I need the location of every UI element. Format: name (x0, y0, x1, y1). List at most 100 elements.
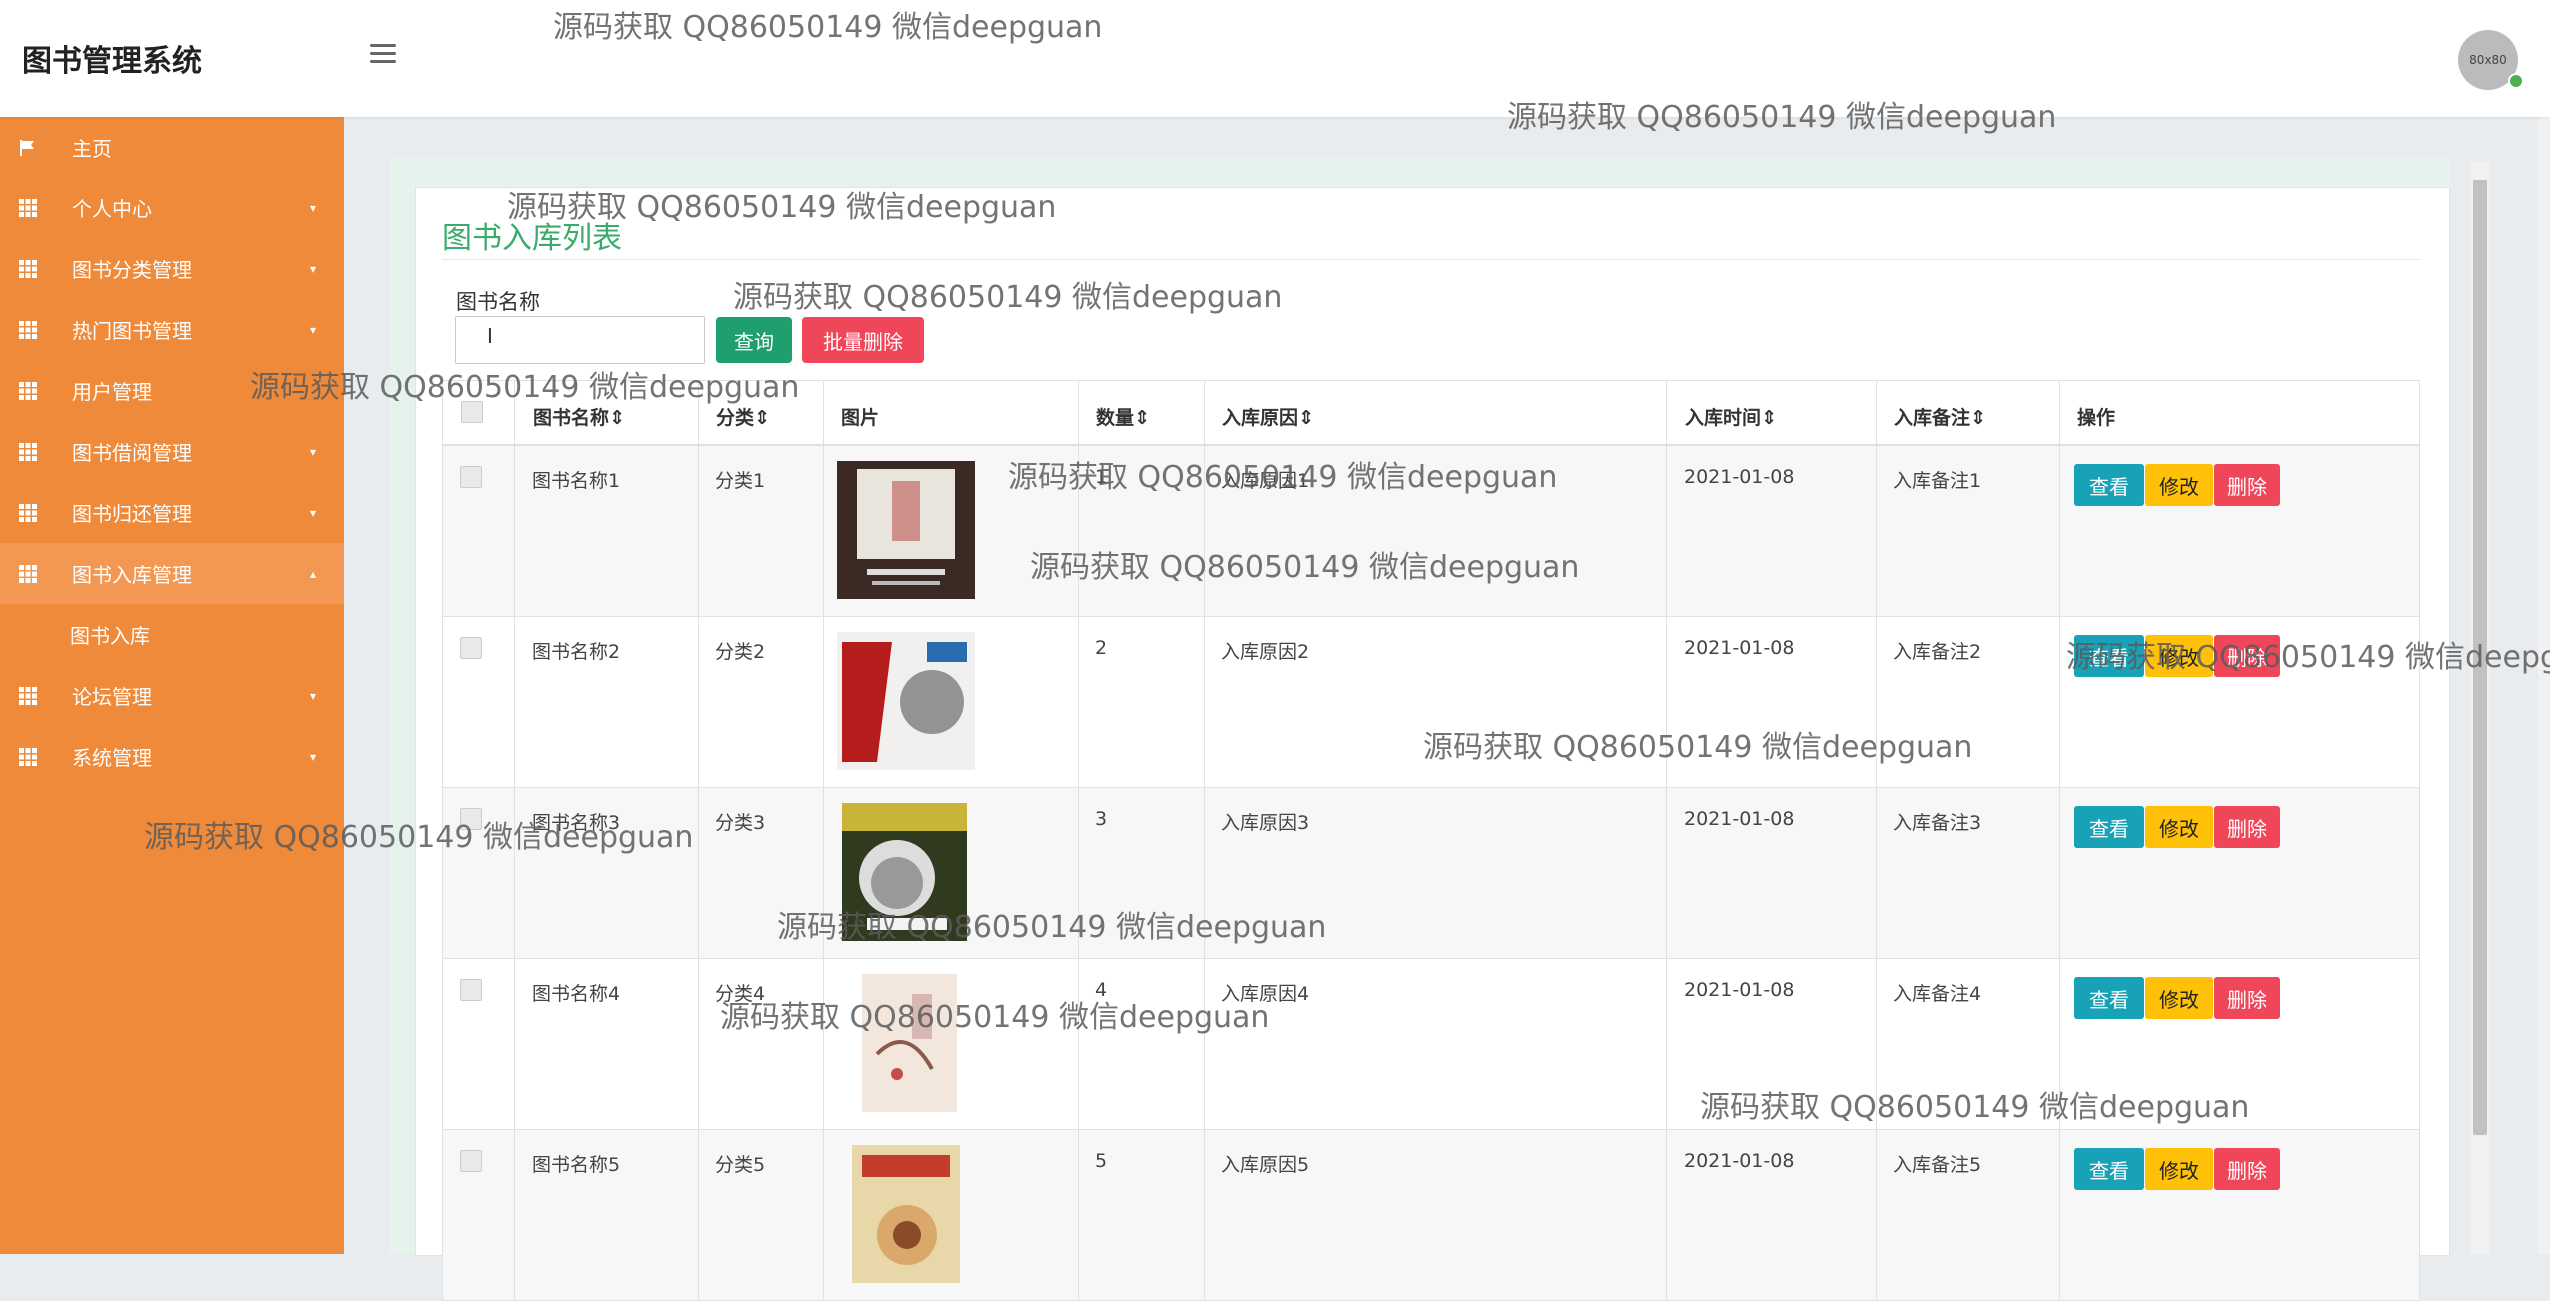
column-divider (1078, 380, 1079, 1301)
sidebar-item-home[interactable]: 主页 (0, 117, 344, 178)
sidebar-item-label: 论坛管理 (72, 685, 152, 709)
row-checkbox[interactable] (460, 979, 482, 1001)
caret-down-icon: ▾ (310, 261, 317, 276)
caret-down-icon: ▾ (310, 444, 317, 459)
table-row: 图书名称2 分类2 2 入库原因2 2021-01-08 入库备注2 查看 修改… (442, 617, 2420, 788)
quantity-cell: 2 (1095, 637, 1108, 659)
sidebar-item-label: 图书入库管理 (72, 563, 192, 587)
book-cover-image (837, 632, 975, 770)
search-label: 图书名称 (456, 290, 540, 314)
delete-button[interactable]: 删除 (2214, 977, 2280, 1019)
sidebar-item-system[interactable]: 系统管理 ▾ (0, 726, 344, 787)
row-checkbox[interactable] (460, 637, 482, 659)
edit-button[interactable]: 修改 (2145, 1148, 2213, 1190)
grid-icon (19, 747, 37, 766)
book-cover-image (852, 1145, 960, 1283)
column-header-date[interactable]: 入库时间⇕ (1685, 403, 1777, 430)
select-all-checkbox[interactable] (461, 401, 483, 423)
delete-button[interactable]: 删除 (2214, 806, 2280, 848)
page-scrollbar[interactable] (2538, 0, 2550, 1254)
row-checkbox[interactable] (460, 466, 482, 488)
query-button[interactable]: 查询 (716, 317, 792, 363)
sidebar: 主页 个人中心 ▾ 图书分类管理 ▾ 热门图书管理 ▾ 用户管理 图书借阅管理 … (0, 117, 344, 1254)
grid-icon (19, 442, 37, 461)
view-button[interactable]: 查看 (2074, 464, 2144, 506)
book-name-cell: 图书名称3 (532, 812, 621, 834)
table-row: 图书名称3 分类3 3 入库原因3 2021-01-08 入库备注3 查看 修改… (442, 788, 2420, 959)
date-cell: 2021-01-08 (1684, 979, 1795, 1001)
content-scrollbar[interactable] (2470, 162, 2490, 1254)
sidebar-item-users[interactable]: 用户管理 (0, 360, 344, 421)
sidebar-item-label: 热门图书管理 (72, 319, 192, 343)
edit-button[interactable]: 修改 (2145, 635, 2213, 677)
column-divider (1876, 380, 1877, 1301)
row-checkbox[interactable] (460, 808, 482, 830)
view-button[interactable]: 查看 (2074, 977, 2144, 1019)
column-divider (823, 380, 824, 1301)
sidebar-item-book-category[interactable]: 图书分类管理 ▾ (0, 238, 344, 299)
column-header-reason[interactable]: 入库原因⇕ (1222, 403, 1314, 430)
sidebar-item-hot-books[interactable]: 热门图书管理 ▾ (0, 299, 344, 360)
caret-down-icon: ▾ (310, 505, 317, 520)
table-row: 图书名称1 分类1 1 入库原因1 2021-01-08 入库备注1 查看 修改… (442, 446, 2420, 617)
quantity-cell: 3 (1095, 808, 1108, 830)
view-button[interactable]: 查看 (2074, 635, 2144, 677)
quantity-cell: 5 (1095, 1150, 1108, 1172)
reason-cell: 入库原因3 (1221, 812, 1310, 834)
quantity-cell: 4 (1095, 979, 1108, 1001)
delete-button[interactable]: 删除 (2214, 1148, 2280, 1190)
grid-icon (19, 686, 37, 705)
sidebar-subitem-stock-in[interactable]: 图书入库 (0, 604, 344, 665)
table-row: 图书名称5 分类5 5 入库原因5 2021-01-08 入库备注5 查看 修改… (442, 1130, 2420, 1301)
view-button[interactable]: 查看 (2074, 1148, 2144, 1190)
grid-icon (19, 381, 37, 400)
grid-icon (19, 198, 37, 217)
category-cell: 分类1 (715, 470, 766, 492)
edit-button[interactable]: 修改 (2145, 806, 2213, 848)
table-header: 图书名称⇕ 分类⇕ 图片 数量⇕ 入库原因⇕ 入库时间⇕ 入库备注⇕ 操作 (442, 380, 2420, 446)
sidebar-item-label: 图书归还管理 (72, 502, 192, 526)
text-cursor-icon: I (487, 324, 493, 348)
note-cell: 入库备注1 (1893, 470, 1982, 492)
column-header-note[interactable]: 入库备注⇕ (1894, 403, 1986, 430)
edit-button[interactable]: 修改 (2145, 977, 2213, 1019)
column-header-book-name[interactable]: 图书名称⇕ (533, 403, 625, 430)
delete-button[interactable]: 删除 (2214, 635, 2280, 677)
edit-button[interactable]: 修改 (2145, 464, 2213, 506)
sidebar-item-return[interactable]: 图书归还管理 ▾ (0, 482, 344, 543)
sidebar-item-label: 系统管理 (72, 746, 152, 770)
book-name-cell: 图书名称4 (532, 983, 621, 1005)
reason-cell: 入库原因1 (1221, 470, 1310, 492)
quantity-cell: 1 (1095, 466, 1108, 488)
table-border (442, 380, 443, 1301)
date-cell: 2021-01-08 (1684, 637, 1795, 659)
grid-icon (19, 259, 37, 278)
grid-icon (19, 503, 37, 522)
column-divider (1666, 380, 1667, 1301)
column-header-quantity[interactable]: 数量⇕ (1096, 403, 1150, 430)
hamburger-menu-icon[interactable] (370, 44, 396, 64)
sidebar-item-label: 图书入库 (70, 624, 150, 648)
batch-delete-button[interactable]: 批量删除 (802, 317, 924, 363)
row-checkbox[interactable] (460, 1150, 482, 1172)
caret-down-icon: ▾ (310, 688, 317, 703)
sidebar-item-stock-in[interactable]: 图书入库管理 ▴ (0, 543, 344, 604)
sidebar-item-forum[interactable]: 论坛管理 ▾ (0, 665, 344, 726)
page-title: 图书入库列表 (442, 221, 622, 256)
column-header-actions: 操作 (2077, 407, 2116, 429)
reason-cell: 入库原因4 (1221, 983, 1310, 1005)
delete-button[interactable]: 删除 (2214, 464, 2280, 506)
view-button[interactable]: 查看 (2074, 806, 2144, 848)
flag-icon (20, 139, 34, 156)
sidebar-item-borrow[interactable]: 图书借阅管理 ▾ (0, 421, 344, 482)
date-cell: 2021-01-08 (1684, 808, 1795, 830)
app-title: 图书管理系统 (22, 44, 202, 79)
date-cell: 2021-01-08 (1684, 1150, 1795, 1172)
sidebar-item-label: 个人中心 (72, 197, 152, 221)
sidebar-item-personal-center[interactable]: 个人中心 ▾ (0, 177, 344, 238)
date-cell: 2021-01-08 (1684, 466, 1795, 488)
column-header-category[interactable]: 分类⇕ (716, 403, 770, 430)
column-header-image: 图片 (841, 407, 880, 429)
book-cover-image (862, 974, 957, 1112)
online-status-dot (2508, 73, 2524, 89)
